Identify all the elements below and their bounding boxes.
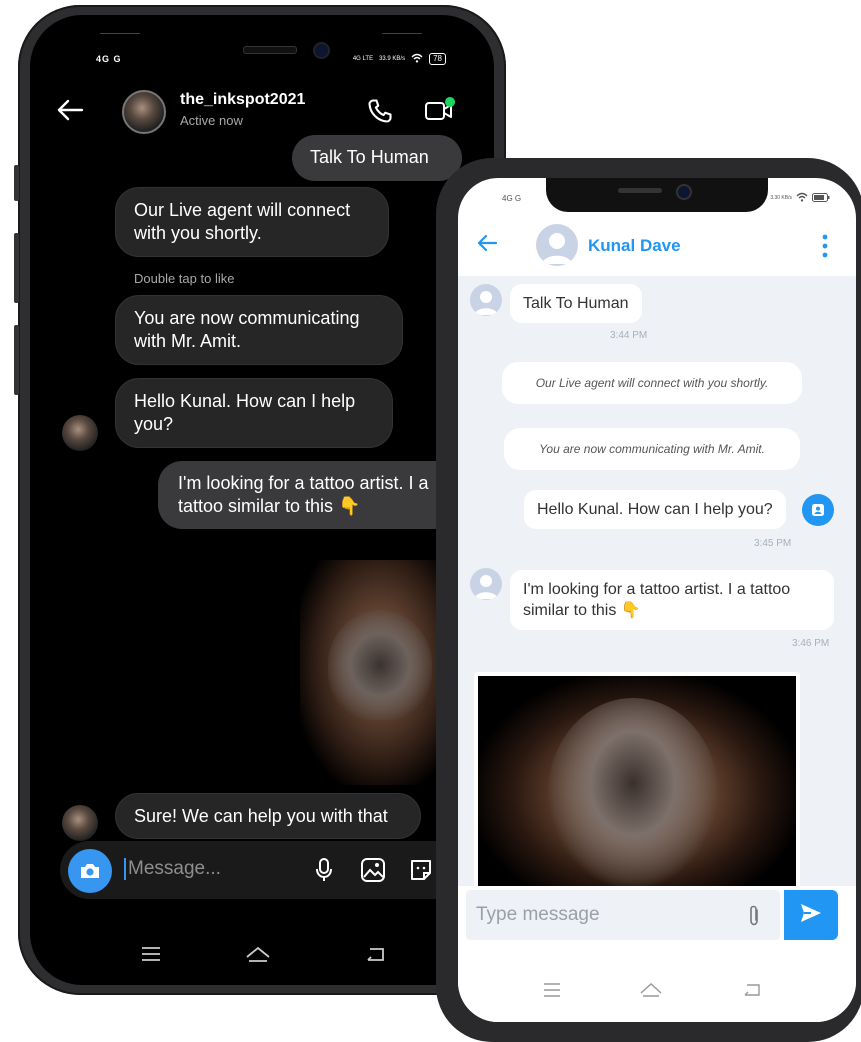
home-icon[interactable] (638, 980, 664, 1003)
message-time: 3:46 PM (792, 638, 830, 649)
contact-name[interactable]: Kunal Dave (588, 236, 681, 256)
notch (546, 178, 768, 212)
volume-down-button (14, 325, 19, 395)
sender-avatar[interactable] (62, 415, 98, 451)
message-bubble-user[interactable]: I'm looking for a tattoo artist. I a tat… (510, 570, 834, 630)
sender-avatar[interactable] (62, 805, 98, 841)
wifi-icon (796, 192, 808, 204)
message-placeholder: Type message (476, 904, 600, 925)
webchat-screen: 4G G 3.30 KB/s Kunal Dave Talk To Human … (458, 178, 856, 1022)
phone-icon[interactable] (366, 97, 394, 130)
message-input[interactable]: Message... (124, 858, 221, 880)
battery-indicator: 78 (429, 53, 446, 65)
back-arrow-icon[interactable] (56, 97, 84, 127)
speed-label: 3.30 KB/s (770, 195, 792, 201)
wifi-icon (411, 53, 423, 65)
volume-up-button (14, 233, 19, 303)
signal-indicator: 4G G (502, 193, 522, 203)
message-input[interactable]: Type message (466, 890, 780, 940)
send-icon (799, 902, 823, 929)
image-attachment[interactable] (474, 672, 800, 892)
avatar[interactable] (122, 90, 166, 134)
back-arrow-icon[interactable] (476, 232, 498, 260)
home-icon[interactable] (244, 943, 272, 968)
system-nav-bar (30, 945, 494, 975)
system-nav-bar (458, 962, 856, 1022)
status-bar-right: 3.30 KB/s (770, 192, 830, 204)
user-avatar (470, 568, 502, 600)
chat-header: the_inkspot2021 Active now (30, 87, 494, 137)
bezel-line (100, 33, 140, 34)
message-bubble-received[interactable]: Sure! We can help you with that (115, 793, 421, 839)
gallery-icon[interactable] (360, 857, 386, 888)
status-bar-left: 4G G (502, 192, 521, 204)
instagram-screen: 4G G 4G LTE 33.9 KB/s 78 the_inkspot2021… (30, 15, 494, 985)
message-time: 3:44 PM (610, 330, 648, 341)
status-bar: 4G G 4G LTE 33.9 KB/s 78 (96, 51, 446, 67)
avatar[interactable] (536, 224, 578, 266)
message-bubble-sent[interactable]: Talk To Human (292, 135, 462, 181)
bezel-line (382, 33, 422, 34)
system-message: You are now communicating with Mr. Amit. (504, 428, 800, 470)
sticker-icon[interactable] (408, 857, 434, 888)
message-list[interactable]: Talk To Human 3:44 PM Our Live agent wil… (458, 276, 856, 892)
menu-icon[interactable] (542, 982, 562, 1003)
signal-indicator: 4G G (96, 54, 122, 64)
network-label: 4G LTE (352, 56, 374, 62)
battery-icon (812, 192, 830, 204)
message-bubble-received[interactable]: Our Live agent will connect with you sho… (115, 187, 389, 257)
camera-icon[interactable] (68, 849, 112, 893)
video-icon[interactable] (424, 97, 456, 130)
kebab-menu-icon[interactable] (822, 234, 828, 263)
message-composer: Type message (458, 886, 856, 942)
tattoo-image[interactable] (478, 676, 796, 890)
message-bubble-user[interactable]: Talk To Human (510, 284, 642, 323)
message-bubble-received[interactable]: Hello Kunal. How can I help you? (115, 378, 393, 448)
speed-label: 33.9 KB/s (379, 56, 406, 62)
tattoo-wings (328, 610, 432, 720)
back-nav-icon[interactable] (742, 982, 762, 1003)
system-message: Our Live agent will connect with you sho… (502, 362, 802, 404)
menu-icon[interactable] (140, 945, 162, 968)
back-nav-icon[interactable] (364, 945, 386, 968)
message-bubble-received[interactable]: You are now communicating with Mr. Amit. (115, 295, 403, 365)
message-bubble-sent[interactable]: I'm looking for a tattoo artist. I a tat… (158, 461, 476, 529)
tattoo-wings (548, 698, 718, 888)
send-button[interactable] (784, 890, 838, 940)
status-right: 4G LTE 33.9 KB/s 78 (353, 53, 446, 65)
mic-icon[interactable] (314, 857, 334, 888)
paperclip-icon[interactable] (746, 904, 762, 933)
chat-header: Kunal Dave (458, 218, 856, 276)
agent-badge-icon (802, 494, 834, 526)
double-tap-hint: Double tap to like (134, 271, 235, 286)
user-avatar (470, 284, 502, 316)
message-time: 3:45 PM (754, 538, 792, 549)
message-bubble-agent[interactable]: Hello Kunal. How can I help you? (524, 490, 786, 529)
username[interactable]: the_inkspot2021 (180, 91, 305, 109)
message-composer: Message... (60, 841, 494, 899)
side-button (14, 165, 19, 201)
active-status: Active now (180, 113, 243, 128)
